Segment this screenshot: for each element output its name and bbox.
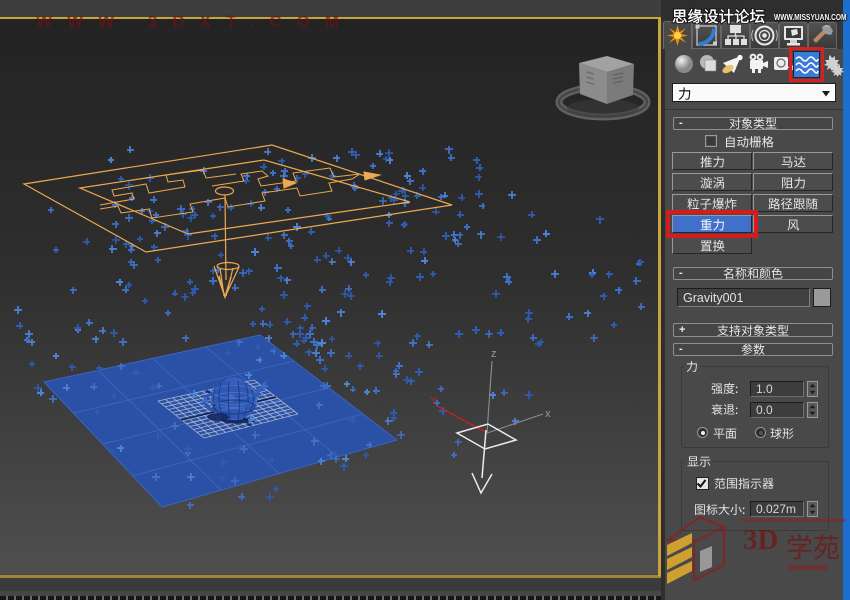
svg-text:z: z (491, 348, 497, 360)
svg-text:Y: Y (430, 395, 438, 407)
svg-text:x: x (545, 408, 551, 420)
